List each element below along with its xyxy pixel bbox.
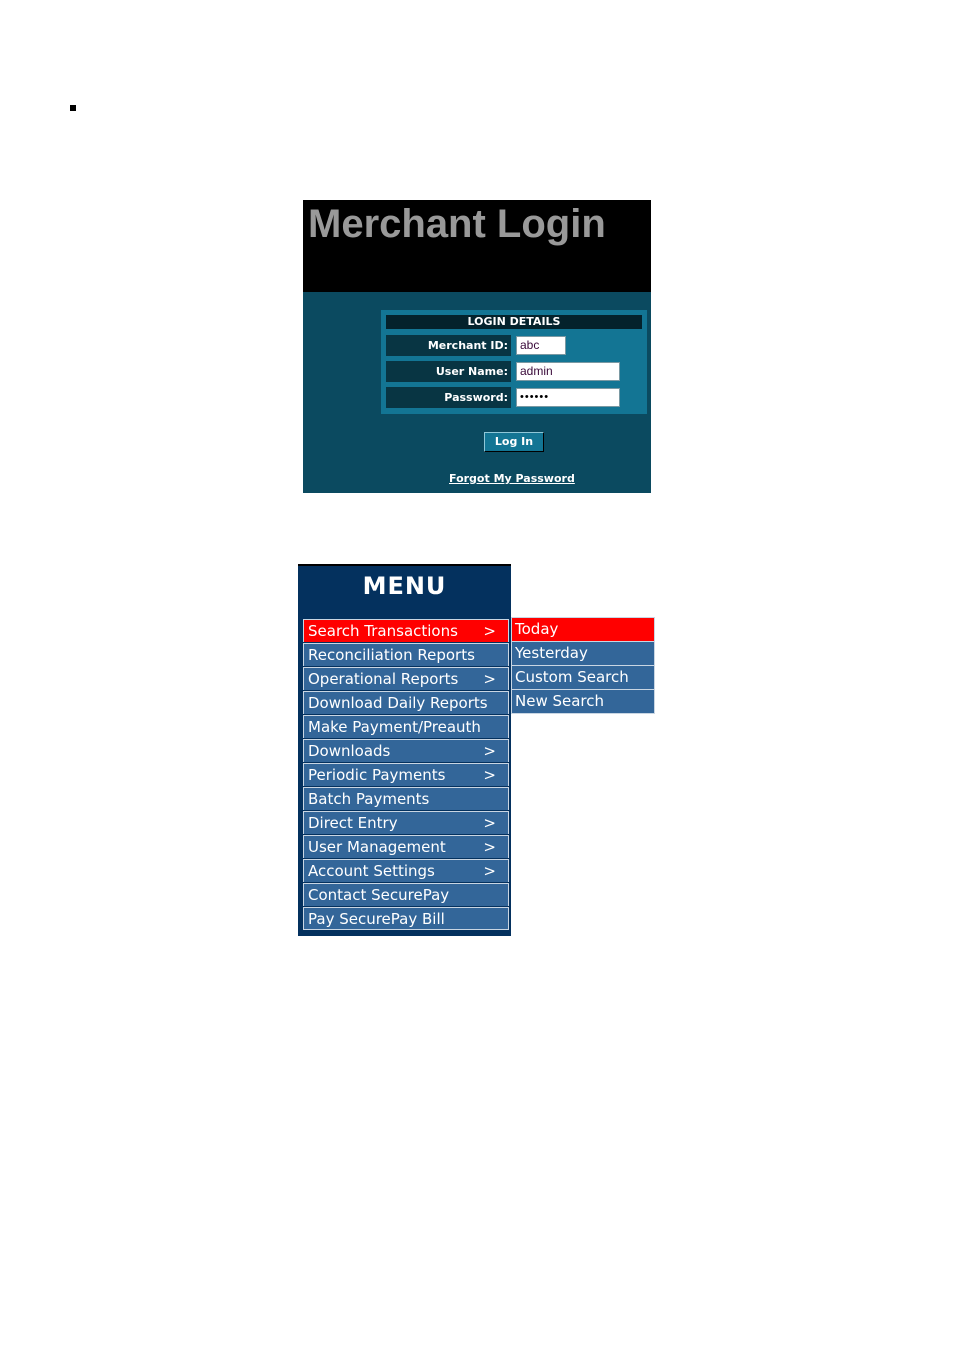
menu-item-contact-securepay[interactable]: Contact SecurePay <box>303 883 509 906</box>
login-details-box: LOGIN DETAILS Merchant ID: abc User Name… <box>381 310 647 414</box>
menu-item-periodic-payments[interactable]: Periodic Payments > <box>303 763 509 786</box>
menu-item-operational-reports[interactable]: Operational Reports > <box>303 667 509 690</box>
menu-title: MENU <box>362 572 447 600</box>
submenu-item-yesterday[interactable]: Yesterday <box>512 642 654 666</box>
chevron-right-icon: > <box>483 670 496 688</box>
menu-item-label: Download Daily Reports <box>308 694 488 712</box>
merchant-id-field[interactable]: abc <box>516 336 566 355</box>
menu-item-batch-payments[interactable]: Batch Payments <box>303 787 509 810</box>
log-in-button[interactable]: Log In <box>484 432 544 452</box>
menu-item-label: Downloads <box>308 742 391 760</box>
chevron-right-icon: > <box>483 838 496 856</box>
menu-item-label: Make Payment/Preauth <box>308 718 481 736</box>
menu-item-label: Contact SecurePay <box>308 886 450 904</box>
menu-item-account-settings[interactable]: Account Settings > <box>303 859 509 882</box>
menu-item-label: Operational Reports <box>308 670 459 688</box>
submenu-item-custom-search[interactable]: Custom Search <box>512 666 654 690</box>
main-menu: MENU Search Transactions > Reconciliation… <box>298 564 511 936</box>
merchant-id-label: Merchant ID: <box>386 335 511 356</box>
merchant-login-panel: Merchant Login LOGIN DETAILS Merchant ID… <box>303 200 651 493</box>
menu-item-label: Direct Entry <box>308 814 398 832</box>
menu-item-download-daily-reports[interactable]: Download Daily Reports <box>303 691 509 714</box>
search-transactions-submenu: Today Yesterday Custom Search New Search <box>511 617 655 714</box>
menu-item-pay-securepay-bill[interactable]: Pay SecurePay Bill <box>303 907 509 930</box>
chevron-right-icon: > <box>483 766 496 784</box>
chevron-right-icon: > <box>483 622 496 640</box>
password-label: Password: <box>386 387 511 408</box>
menu-item-label: Pay SecurePay Bill <box>308 910 445 928</box>
menu-item-label: Reconciliation Reports <box>308 646 475 664</box>
menu-item-reconciliation-reports[interactable]: Reconciliation Reports <box>303 643 509 666</box>
menu-item-downloads[interactable]: Downloads > <box>303 739 509 762</box>
chevron-right-icon: > <box>483 742 496 760</box>
login-details-heading: LOGIN DETAILS <box>386 315 642 329</box>
chevron-right-icon: > <box>483 814 496 832</box>
menu-item-label: Batch Payments <box>308 790 430 808</box>
menu-item-make-payment[interactable]: Make Payment/Preauth <box>303 715 509 738</box>
chevron-right-icon: > <box>483 862 496 880</box>
bullet-point <box>70 105 76 111</box>
menu-item-label: User Management <box>308 838 446 856</box>
menu-item-user-management[interactable]: User Management > <box>303 835 509 858</box>
menu-item-label: Periodic Payments <box>308 766 446 784</box>
login-header: Merchant Login <box>303 200 651 292</box>
user-name-label: User Name: <box>386 361 511 382</box>
menu-item-search-transactions[interactable]: Search Transactions > <box>303 619 509 642</box>
password-field[interactable]: •••••• <box>516 388 620 407</box>
user-name-field[interactable]: admin <box>516 362 620 381</box>
menu-item-direct-entry[interactable]: Direct Entry > <box>303 811 509 834</box>
login-title: Merchant Login <box>308 202 606 246</box>
menu-item-label: Account Settings <box>308 862 435 880</box>
submenu-item-new-search[interactable]: New Search <box>512 690 654 713</box>
forgot-password-link[interactable]: Forgot My Password <box>449 472 575 485</box>
menu-list: Search Transactions > Reconciliation Repo… <box>303 619 509 931</box>
submenu-item-today[interactable]: Today <box>512 618 654 642</box>
menu-item-label: Search Transactions <box>308 622 458 640</box>
